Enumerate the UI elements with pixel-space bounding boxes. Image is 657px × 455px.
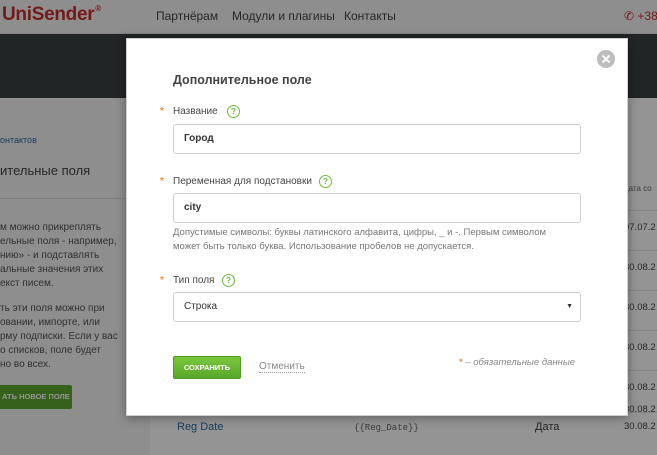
question-circle-icon[interactable]: ? [227,105,240,118]
variable-hint: Допустимые символы: буквы латинского алф… [173,226,546,254]
close-icon[interactable] [597,50,615,68]
hint-line: может быть только буква. Использование п… [173,241,474,252]
name-field-label: Название [173,106,218,117]
type-field-label: Тип поля [173,275,215,286]
required-asterisk-icon: * [160,275,164,286]
required-note-text: – обязательные данные [465,357,576,368]
dialog-title: Дополнительное поле [173,73,312,87]
hint-line: Допустимые символы: буквы латинского алф… [173,227,547,238]
save-button[interactable]: СОХРАНИТЬ [173,356,241,379]
question-circle-icon[interactable]: ? [319,175,332,188]
required-asterisk-icon: * [160,106,164,117]
variable-field-label: Переменная для подстановки [173,176,312,187]
additional-field-dialog: Дополнительное поле * Название ? Город *… [126,38,628,416]
field-type-select[interactable]: Строка ▼ [173,292,581,322]
cancel-link[interactable]: Отменить [259,361,305,373]
required-note: * – обязательные данные [459,357,575,368]
required-asterisk-icon: * [160,176,164,187]
field-type-selected-value: Строка [184,301,218,312]
name-input[interactable]: Город [173,124,581,154]
variable-input[interactable]: city [173,193,581,223]
required-asterisk-icon: * [459,357,463,368]
chevron-down-icon: ▼ [566,303,573,310]
question-circle-icon[interactable]: ? [222,274,235,287]
